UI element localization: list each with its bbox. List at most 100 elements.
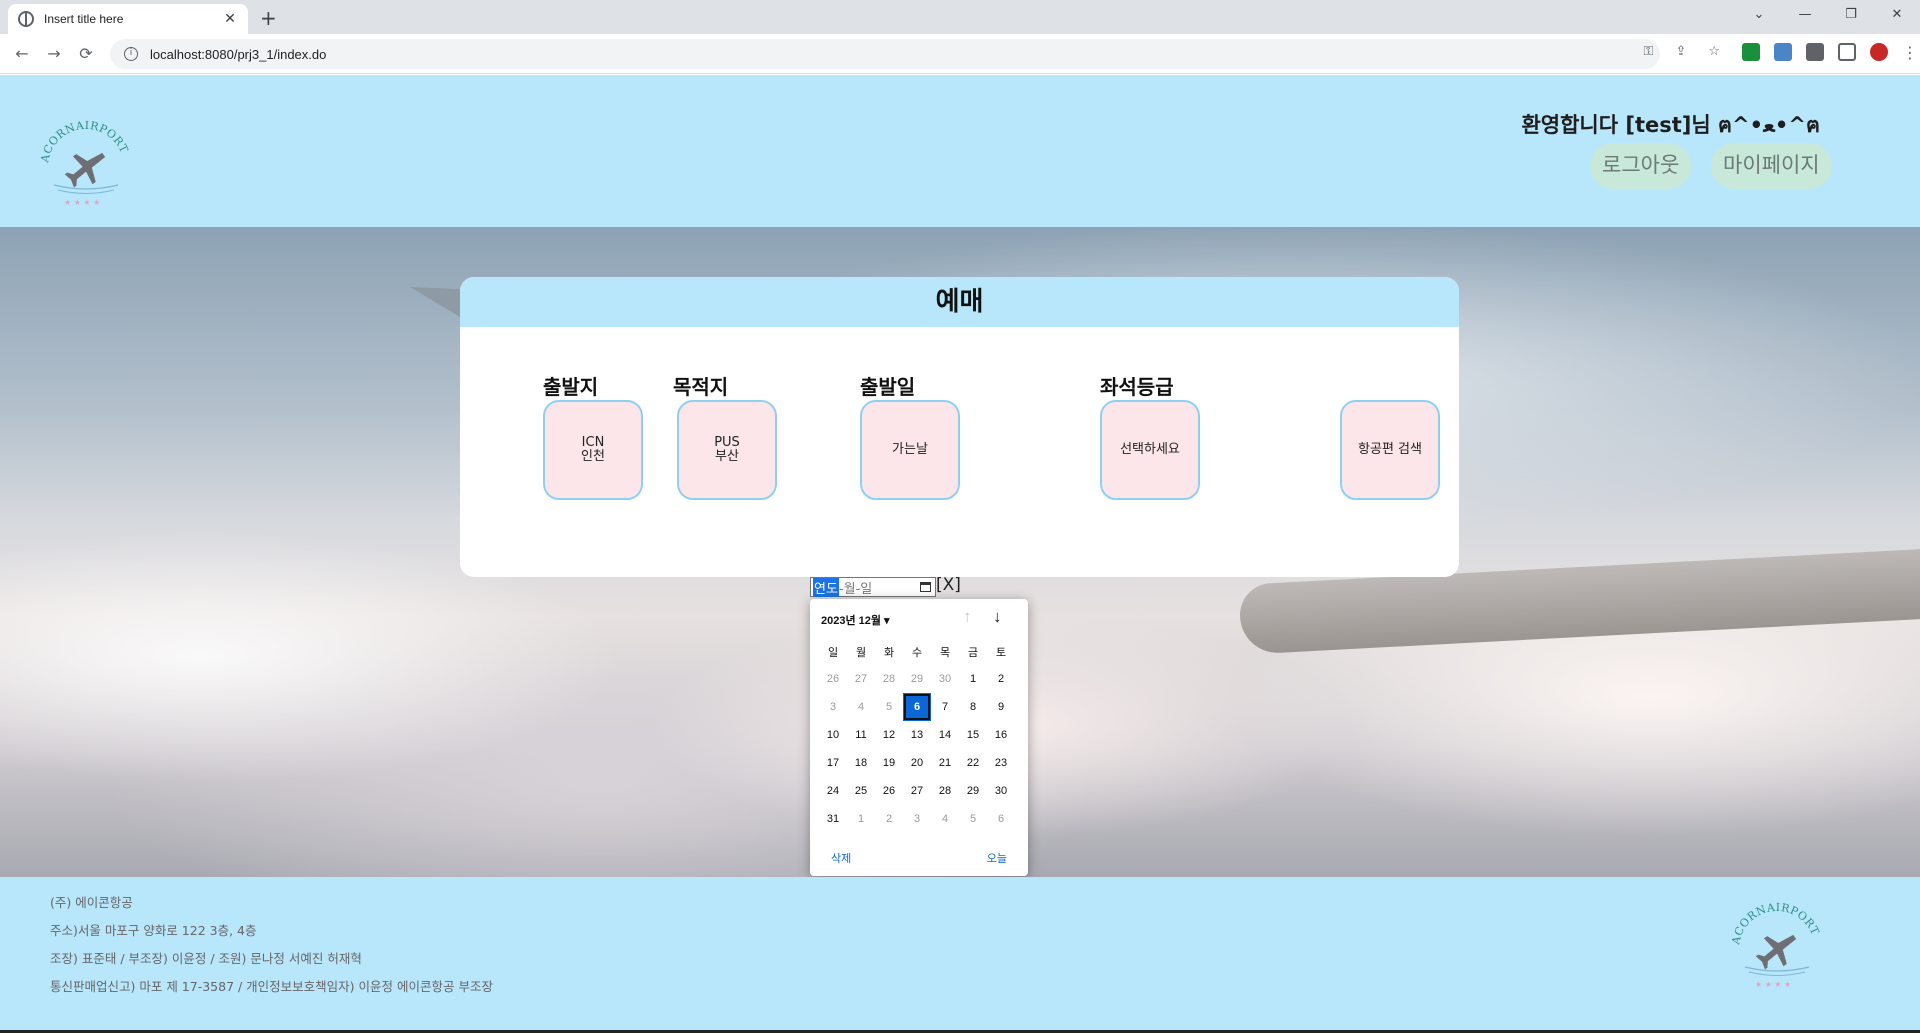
footer-company: (주) 에이콘항공: [50, 895, 133, 910]
calendar-day-selected[interactable]: 6: [903, 693, 931, 721]
tab-search-icon[interactable]: ⌄: [1736, 0, 1782, 30]
calendar-day[interactable]: 24: [819, 777, 847, 805]
calendar-day[interactable]: 15: [959, 721, 987, 749]
calendar-day[interactable]: 12: [875, 721, 903, 749]
page: ACORNAIRPORT ★ ★ ★ ★ 환영합니다 [test]님 ฅ^•ﻌ•…: [0, 75, 1920, 1033]
calendar-day[interactable]: 1: [847, 805, 875, 833]
footer-address: 주소)서울 마포구 양화로 122 3층, 4층: [50, 923, 257, 938]
share-icon[interactable]: ⇪: [1675, 44, 1686, 59]
info-icon[interactable]: i: [124, 47, 138, 61]
close-window-button[interactable]: ✕: [1874, 0, 1920, 30]
date-rest-segment[interactable]: -월-일: [839, 578, 872, 597]
welcome-message: 환영합니다 [test]님 ฅ^•ﻌ•^ฅ: [1521, 113, 1820, 137]
back-arrow-icon[interactable]: ←: [10, 42, 34, 66]
calendar-day[interactable]: 21: [931, 749, 959, 777]
calendar-day[interactable]: 4: [931, 805, 959, 833]
star-icon[interactable]: ☆: [1708, 44, 1720, 59]
date-picker-popup: 2023년 12월 ▾ ↑ ↓ 일 월 화 수 목 금 토 26 27 28 29 30 1 2 3 4 5 6 7…: [810, 599, 1028, 876]
calendar-icon[interactable]: [920, 582, 931, 592]
weekday-header: 토: [995, 647, 1007, 659]
side-panel-icon[interactable]: [1838, 43, 1856, 61]
calendar-day[interactable]: 16: [987, 721, 1015, 749]
calendar-day[interactable]: 9: [987, 693, 1015, 721]
calendar-day[interactable]: 29: [903, 665, 931, 693]
weekday-header: 목: [939, 647, 951, 659]
calendar-day[interactable]: 28: [875, 665, 903, 693]
calendar-day[interactable]: 31: [819, 805, 847, 833]
flight-search-label: 항공편 검색: [1358, 442, 1422, 457]
seat-class-select[interactable]: 선택하세요: [1100, 400, 1200, 500]
forward-arrow-icon[interactable]: →: [42, 42, 66, 66]
destination-select[interactable]: PUS 부산: [677, 400, 777, 500]
calendar-day[interactable]: 22: [959, 749, 987, 777]
clear-date-button[interactable]: 삭제: [831, 850, 851, 866]
calendar-day[interactable]: 6: [987, 805, 1015, 833]
send-extension-icon[interactable]: [1742, 43, 1760, 61]
today-button[interactable]: 오늘: [987, 850, 1007, 866]
calendar-day[interactable]: 23: [987, 749, 1015, 777]
departure-select[interactable]: ICN 인천: [543, 400, 643, 500]
month-year-dropdown[interactable]: 2023년 12월 ▾: [821, 612, 890, 628]
menu-icon[interactable]: ⋮: [1902, 43, 1918, 62]
calendar-day[interactable]: 25: [847, 777, 875, 805]
calendar-day[interactable]: 30: [931, 665, 959, 693]
calendar-day[interactable]: 3: [903, 805, 931, 833]
acornairport-logo[interactable]: ACORNAIRPORT ★ ★ ★ ★: [36, 115, 136, 215]
puzzle-icon[interactable]: [1806, 43, 1824, 61]
tab-close-icon[interactable]: ✕: [222, 11, 238, 27]
calendar-day[interactable]: 26: [875, 777, 903, 805]
profile-avatar[interactable]: [1870, 43, 1888, 61]
extensions-area: ⋮: [1742, 43, 1918, 62]
calendar-day[interactable]: 19: [875, 749, 903, 777]
calendar-day[interactable]: 4: [847, 693, 875, 721]
translate-extension-icon[interactable]: [1774, 43, 1792, 61]
calendar-day[interactable]: 17: [819, 749, 847, 777]
restore-button[interactable]: ❐: [1828, 0, 1874, 30]
calendar-day[interactable]: 18: [847, 749, 875, 777]
svg-text:★ ★ ★ ★: ★ ★ ★ ★: [1755, 980, 1791, 989]
date-close-button[interactable]: [X]: [936, 575, 961, 595]
calendar-day[interactable]: 27: [847, 665, 875, 693]
logout-button[interactable]: 로그아웃: [1590, 143, 1692, 189]
calendar-grid: 일 월 화 수 목 금 토 26 27 28 29 30 1 2 3 4 5 6 7 8 9 10 11 12 13 14 15 16…: [819, 641, 1019, 833]
calendar-day[interactable]: 13: [903, 721, 931, 749]
calendar-day[interactable]: 29: [959, 777, 987, 805]
new-tab-button[interactable]: +: [260, 6, 277, 30]
globe-icon: [18, 11, 34, 27]
weekday-header: 일: [827, 647, 839, 659]
calendar-day[interactable]: 30: [987, 777, 1015, 805]
tab-title: Insert title here: [44, 12, 124, 26]
calendar-day[interactable]: 11: [847, 721, 875, 749]
calendar-day[interactable]: 26: [819, 665, 847, 693]
url-text: localhost:8080/prj3_1/index.do: [150, 46, 327, 62]
calendar-day[interactable]: 27: [903, 777, 931, 805]
key-icon[interactable]: ⚿: [1644, 44, 1654, 59]
minimize-button[interactable]: —: [1782, 0, 1828, 30]
calendar-day[interactable]: 5: [959, 805, 987, 833]
calendar-day[interactable]: 2: [875, 805, 903, 833]
url-field[interactable]: i localhost:8080/prj3_1/index.do: [110, 39, 1660, 69]
calendar-day[interactable]: 14: [931, 721, 959, 749]
calendar-day[interactable]: 8: [959, 693, 987, 721]
calendar-day[interactable]: 3: [819, 693, 847, 721]
calendar-day[interactable]: 28: [931, 777, 959, 805]
footer-registration: 통신판매업신고) 마포 제 17-3587 / 개인정보보호책임자) 이윤정 에…: [50, 979, 493, 994]
departure-date-select[interactable]: 가는날: [860, 400, 960, 500]
browser-tabbar: Insert title here ✕ + ⌄ — ❐ ✕: [0, 0, 1920, 34]
calendar-day[interactable]: 2: [987, 665, 1015, 693]
weekday-header: 수: [911, 647, 923, 659]
browser-tab[interactable]: Insert title here ✕: [8, 4, 248, 34]
reload-icon[interactable]: ⟳: [74, 42, 98, 66]
mypage-button[interactable]: 마이페이지: [1711, 143, 1832, 189]
date-input[interactable]: 연도 -월-일: [810, 577, 936, 597]
flight-search-button[interactable]: 항공편 검색: [1340, 400, 1440, 500]
calendar-day[interactable]: 5: [875, 693, 903, 721]
next-month-arrow-icon[interactable]: ↓: [993, 607, 1002, 627]
prev-month-arrow-icon[interactable]: ↑: [963, 607, 972, 627]
calendar-day[interactable]: 7: [931, 693, 959, 721]
calendar-day[interactable]: 1: [959, 665, 987, 693]
calendar-day[interactable]: 10: [819, 721, 847, 749]
date-year-segment[interactable]: 연도: [813, 577, 839, 597]
booking-card: 예매 출발지 ICN 인천 목적지 PUS 부산 출발일 가는날 좌석등급 선택…: [460, 277, 1459, 577]
calendar-day[interactable]: 20: [903, 749, 931, 777]
